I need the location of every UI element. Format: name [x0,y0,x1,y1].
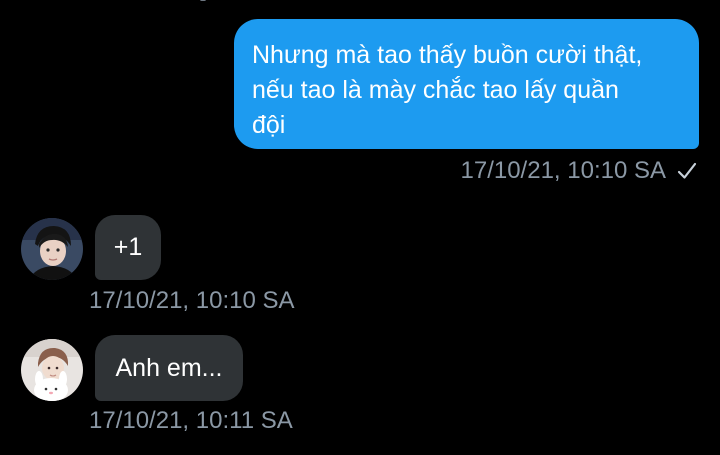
incoming-message-bubble[interactable]: +1 [95,215,161,280]
user-avatar-1[interactable] [21,218,83,280]
outgoing-message-meta: 17/10/21, 10:10 SA [461,155,699,187]
incoming-message-bubble[interactable]: Anh em... [95,335,243,401]
outgoing-message-bubble[interactable]: Nhưng mà tao thấy buồn cười thật, nếu ta… [234,19,699,149]
previous-message-fragment [200,0,206,1]
message-timestamp: 17/10/21, 10:10 SA [89,287,295,314]
user-avatar-2[interactable] [21,339,83,401]
message-timestamp: 17/10/21, 10:10 SA [460,157,667,184]
message-timestamp: 17/10/21, 10:11 SA [89,407,293,434]
check-icon [676,160,698,182]
